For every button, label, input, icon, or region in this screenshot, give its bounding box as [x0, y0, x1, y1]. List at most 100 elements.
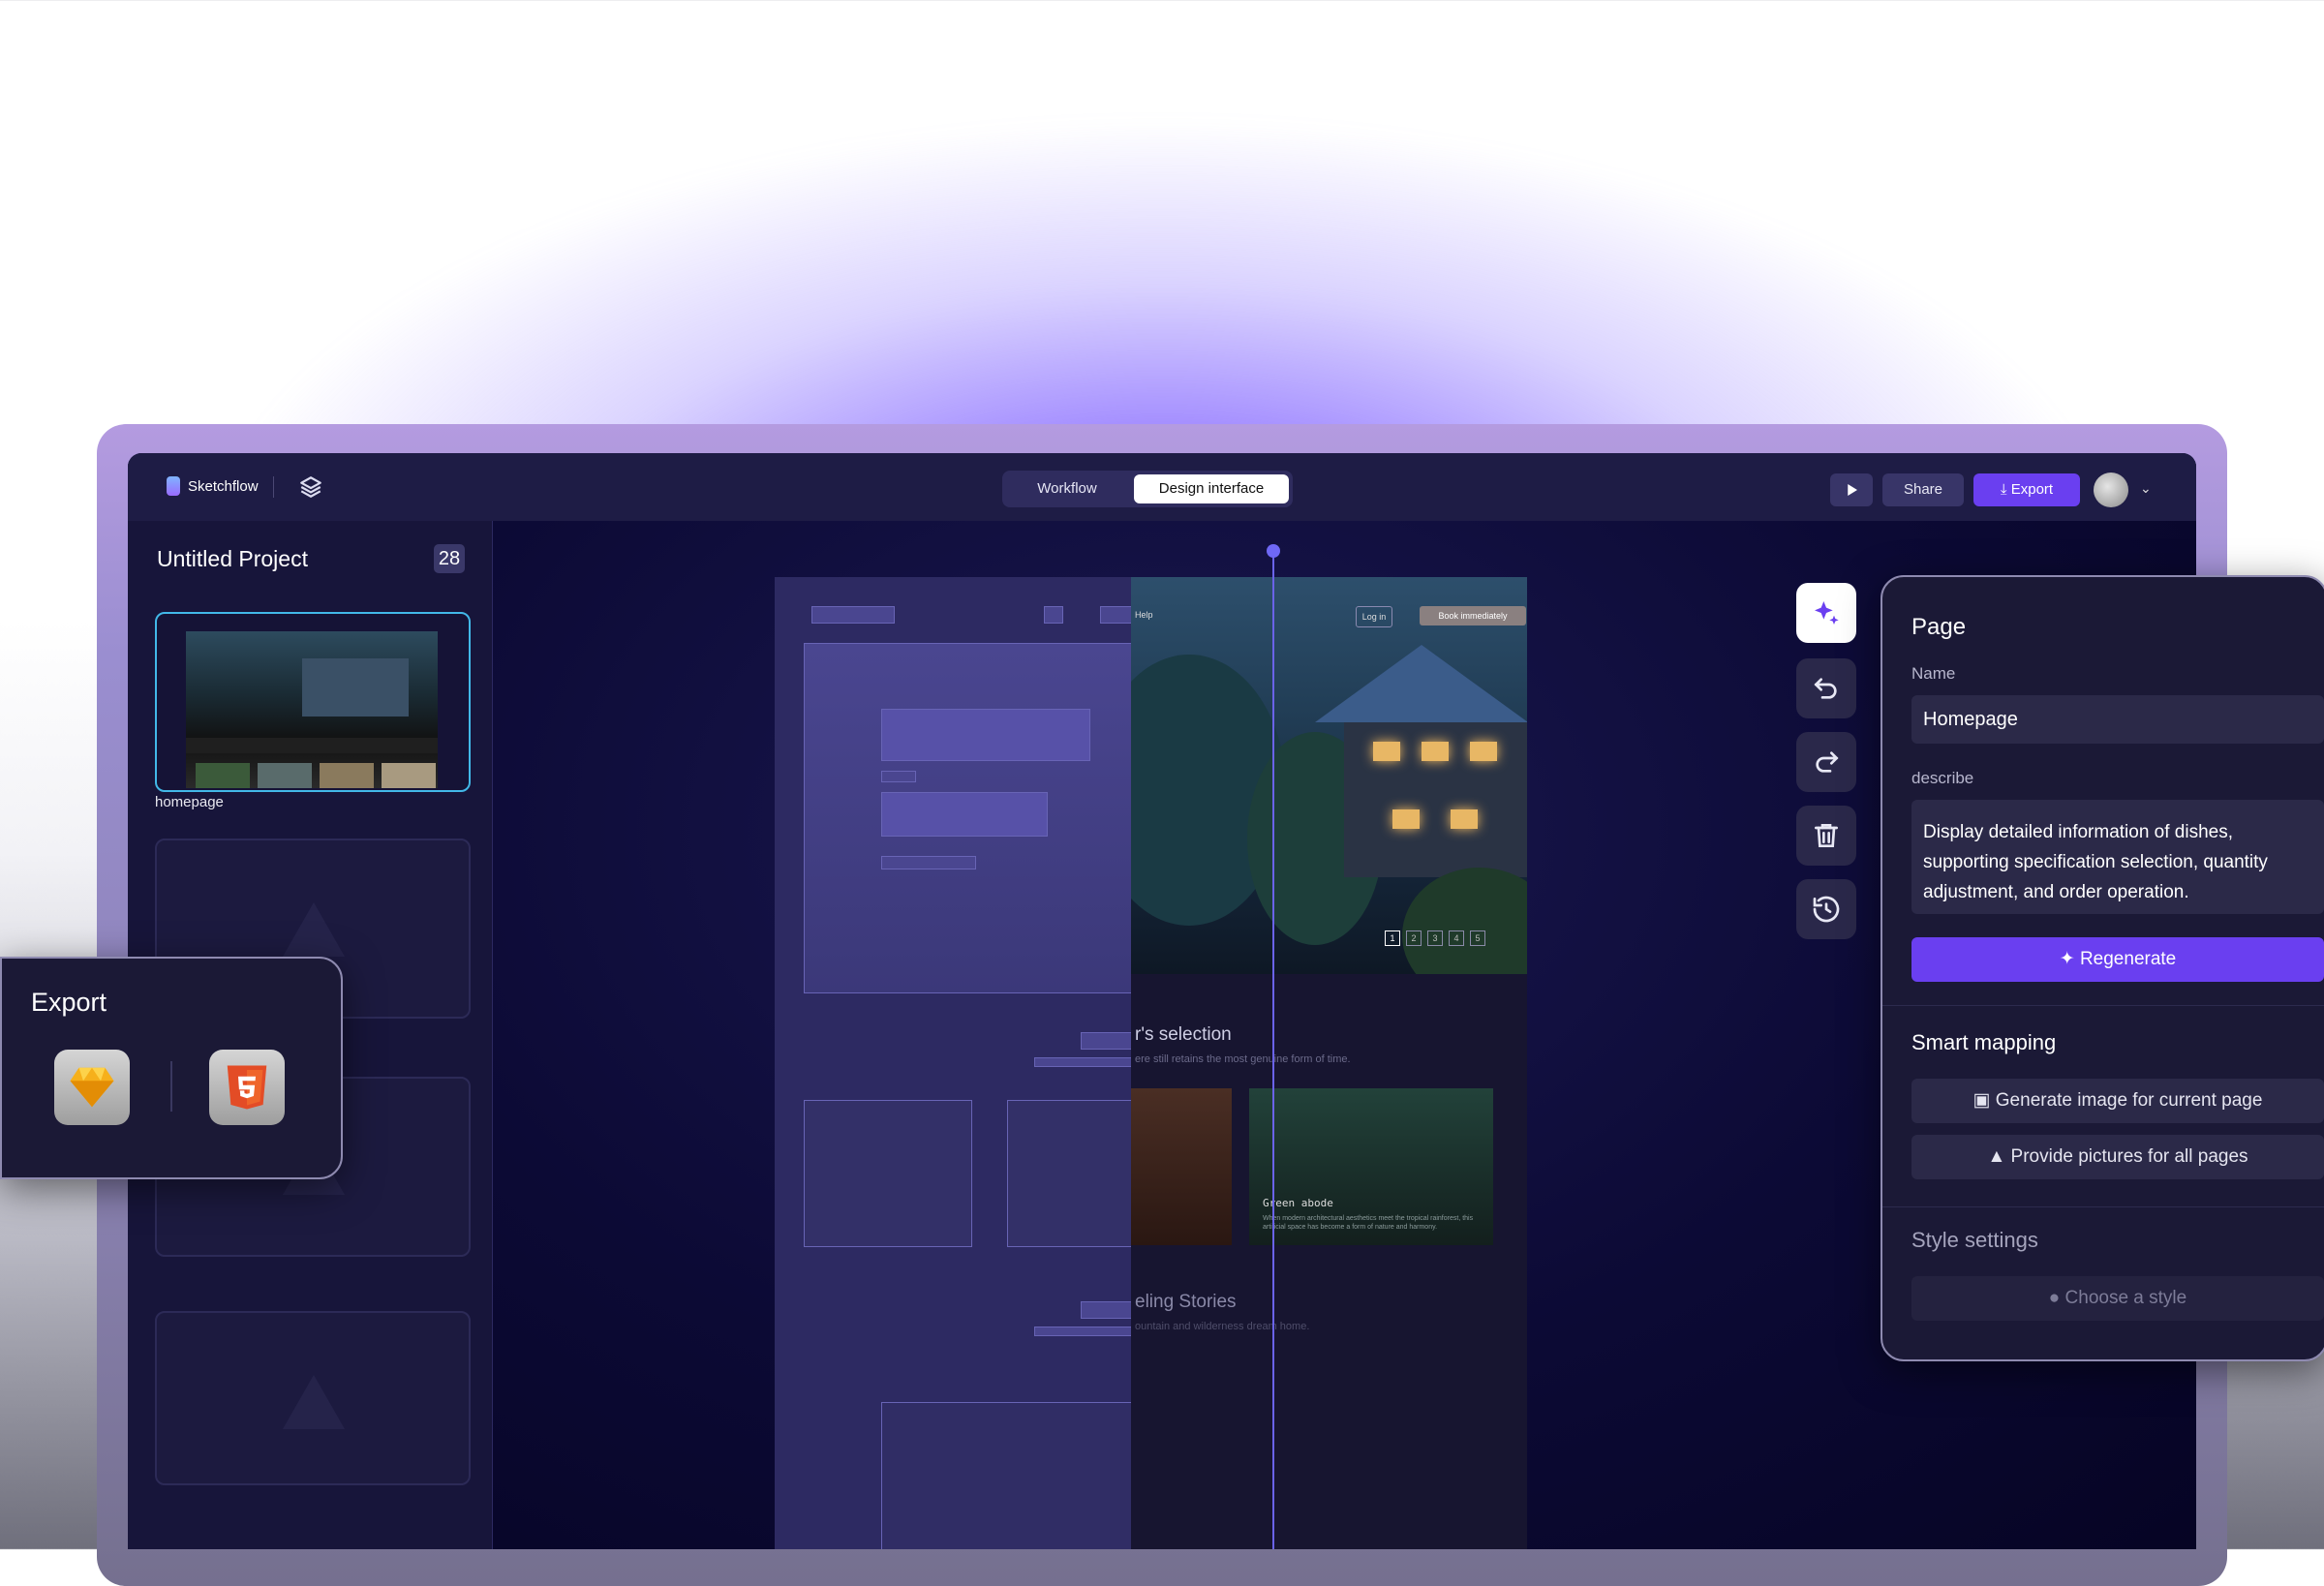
wire-text-line — [881, 771, 916, 782]
preview-card — [320, 763, 374, 788]
pager-dot[interactable]: 1 — [1385, 930, 1400, 946]
history-icon — [1813, 896, 1840, 923]
lit-window — [1451, 809, 1478, 829]
regenerate-label: Regenerate — [2079, 949, 2177, 969]
pager-dot[interactable]: 3 — [1427, 930, 1443, 946]
card-image-1 — [1131, 1088, 1232, 1245]
delete-button[interactable] — [1796, 806, 1856, 866]
page-thumbnail-homepage[interactable] — [155, 612, 471, 792]
tree-shape — [1402, 868, 1527, 974]
avatar[interactable] — [2094, 473, 2128, 507]
wire-card — [881, 1402, 1133, 1549]
rendered-design-view: Help Log in Book immediately 1 2 3 4 5 r… — [1131, 577, 1527, 1549]
trash-icon — [1815, 824, 1838, 847]
provide-pictures-button[interactable]: ▲ Provide pictures for all pages — [1911, 1135, 2324, 1179]
wire-logo-box — [811, 606, 895, 624]
preview-card — [382, 763, 436, 788]
lit-window — [1373, 742, 1400, 761]
section-subtitle-selection: ere still retains the most genuine form … — [1135, 1053, 1351, 1065]
wire-card — [804, 1100, 972, 1247]
design-help-link[interactable]: Help — [1135, 610, 1153, 620]
wire-card — [1007, 1100, 1133, 1247]
preview-card — [196, 763, 250, 788]
sparkle-icon: ✦ — [2059, 949, 2080, 969]
hero-image: Help Log in Book immediately 1 2 3 4 5 — [1131, 577, 1527, 974]
undo-icon — [1814, 678, 1837, 699]
header-divider — [273, 476, 274, 498]
play-icon — [1848, 484, 1857, 496]
view-tabs: Workflow Design interface — [1002, 471, 1293, 507]
section-title-selection: r's selection — [1135, 1024, 1232, 1045]
palette-icon: ● — [2048, 1288, 2065, 1308]
ai-sparkle-button[interactable] — [1796, 583, 1856, 643]
top-bar: Sketchflow Workflow Design interface Sha… — [128, 453, 2196, 521]
preview-button[interactable] — [1830, 473, 1873, 506]
pager-dot[interactable]: 2 — [1406, 930, 1422, 946]
pager-dot[interactable]: 4 — [1449, 930, 1464, 946]
page-label-homepage: homepage — [155, 794, 224, 810]
lit-window — [1422, 742, 1449, 761]
preview-band — [186, 738, 438, 753]
section-subtitle-stories: ountain and wilderness dream home. — [1135, 1321, 1310, 1332]
wire-subtitle-box — [881, 792, 1048, 837]
undo-button[interactable] — [1796, 658, 1856, 718]
carousel-pager: 1 2 3 4 5 — [1385, 930, 1485, 946]
provide-pictures-label: Provide pictures for all pages — [2010, 1146, 2248, 1167]
wireframe-view — [775, 577, 1133, 1549]
choose-style-button[interactable]: ● Choose a style — [1911, 1276, 2324, 1321]
page-thumbnail-placeholder[interactable] — [155, 1311, 471, 1485]
download-icon: ⤓ — [2000, 481, 2011, 498]
share-button[interactable]: Share — [1882, 473, 1964, 506]
describe-label: describe — [1911, 769, 1974, 787]
compare-slider-handle[interactable] — [1267, 544, 1280, 558]
wire-nav-box — [1044, 606, 1063, 624]
export-card: Export — [0, 957, 343, 1179]
export-button[interactable]: ⤓ Export — [1973, 473, 2080, 506]
history-button[interactable] — [1796, 879, 1856, 939]
redo-icon — [1816, 751, 1839, 773]
panel-divider — [1882, 1005, 2324, 1006]
app-logo[interactable]: Sketchflow — [167, 476, 259, 496]
layers-icon[interactable] — [298, 474, 323, 500]
generate-image-button[interactable]: ▣ Generate image for current page — [1911, 1079, 2324, 1123]
tab-design-interface[interactable]: Design interface — [1134, 474, 1289, 503]
redo-button[interactable] — [1796, 732, 1856, 792]
panel-divider — [1882, 1206, 2324, 1207]
export-card-title: Export — [31, 988, 107, 1017]
design-login-button[interactable]: Log in — [1356, 606, 1392, 627]
smart-mapping-heading: Smart mapping — [1911, 1030, 2057, 1054]
page-properties-panel: Page Name Homepage describe Display deta… — [1881, 575, 2324, 1361]
wire-section-sub — [1034, 1327, 1133, 1336]
placeholder-icon — [283, 1375, 345, 1429]
page-name-field[interactable]: Homepage — [1911, 695, 2324, 744]
html-export-button[interactable] — [209, 1050, 285, 1125]
wire-section-title — [1081, 1301, 1133, 1319]
regenerate-button[interactable]: ✦ Regenerate — [1911, 937, 2324, 982]
design-book-button[interactable]: Book immediately — [1420, 606, 1526, 625]
generate-image-label: Generate image for current page — [1995, 1090, 2263, 1111]
placeholder-icon — [283, 902, 345, 957]
house-body — [1344, 722, 1527, 877]
app-name: Sketchflow — [188, 477, 259, 495]
page-description-field[interactable]: Display detailed information of dishes, … — [1911, 800, 2324, 914]
project-title[interactable]: Untitled Project — [157, 546, 308, 572]
tab-workflow[interactable]: Workflow — [1004, 474, 1130, 503]
mountain-icon: ▲ — [1987, 1146, 2011, 1167]
section-title-stories: eling Stories — [1135, 1292, 1237, 1312]
wire-title-box — [881, 709, 1090, 761]
export-label: Export — [2010, 481, 2054, 498]
house-roof — [1315, 645, 1527, 722]
preview-card — [258, 763, 312, 788]
wire-button-box — [881, 856, 976, 869]
sketch-export-button[interactable] — [54, 1050, 130, 1125]
compare-slider-line[interactable] — [1272, 550, 1274, 1549]
name-label: Name — [1911, 664, 1956, 683]
page-count-badge: 28 — [434, 544, 465, 573]
lit-window — [1470, 742, 1497, 761]
pager-dot[interactable]: 5 — [1470, 930, 1485, 946]
html5-icon — [227, 1065, 267, 1110]
wire-section-title — [1081, 1032, 1133, 1050]
sketch-icon — [70, 1067, 114, 1108]
wire-section-sub — [1034, 1057, 1133, 1067]
chevron-down-icon[interactable]: ⌄ — [2140, 480, 2152, 497]
